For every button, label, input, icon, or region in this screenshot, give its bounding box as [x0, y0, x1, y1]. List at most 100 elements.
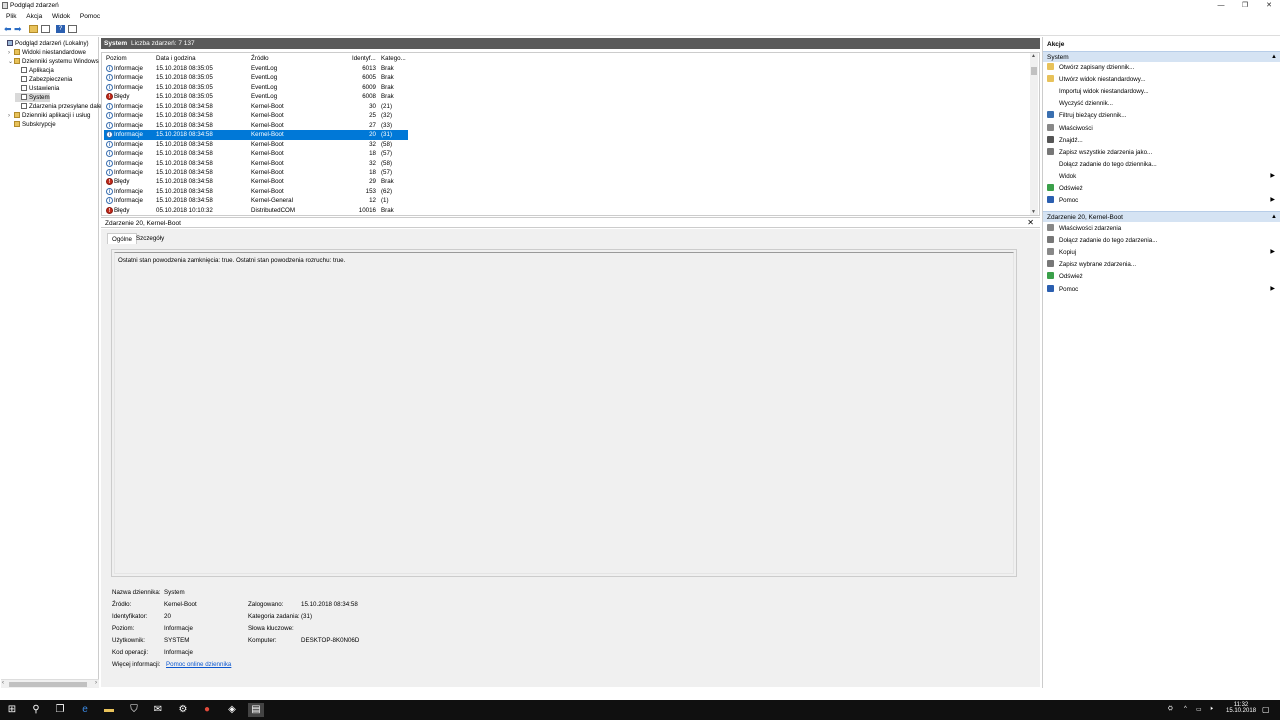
action-item[interactable]: Właściwości	[1047, 123, 1277, 134]
action-item[interactable]: Dołącz zadanie do tego dziennika...	[1047, 159, 1277, 170]
action-item[interactable]: Importuj widok niestandardowy...	[1047, 86, 1277, 97]
table-row[interactable]: i Informacje 15.10.2018 08:34:58 Kernel-Boo…	[104, 102, 408, 111]
cell-level: Informacje	[114, 112, 143, 120]
help-icon[interactable]: ?	[56, 25, 65, 33]
scroll-down-icon[interactable]: ▼	[1031, 209, 1036, 215]
people-icon[interactable]: ⛭	[1168, 706, 1173, 713]
task-view-icon[interactable]: ❐	[53, 703, 67, 717]
action-item[interactable]: Filtruj bieżący dziennik...	[1047, 110, 1277, 121]
action-item[interactable]: Otwórz zapisany dziennik...	[1047, 62, 1277, 73]
tree-item[interactable]: › Dzienniki aplikacji i usług	[8, 111, 90, 120]
column-category[interactable]: Katego...	[381, 54, 406, 63]
volume-icon[interactable]: 🕨	[1209, 706, 1213, 713]
action-item[interactable]: Pomoc ▶	[1047, 284, 1277, 295]
action-item[interactable]: Zapisz wszystkie zdarzenia jako...	[1047, 147, 1277, 158]
tree-item[interactable]: Ustawienia	[15, 84, 59, 93]
action-item[interactable]: Wyczyść dziennik...	[1047, 98, 1277, 109]
table-row[interactable]: ! Błędy 15.10.2018 08:34:58 Kernel-Boot 29 Br…	[104, 177, 408, 186]
table-row[interactable]: i Informacje 15.10.2018 08:34:58 Kernel-Boo…	[104, 159, 408, 168]
forward-arrow-icon[interactable]: ➡	[14, 25, 23, 34]
action-item[interactable]: Pomoc ▶	[1047, 195, 1277, 206]
edge-browser-icon[interactable]: e	[78, 703, 92, 717]
show-hide-tree-icon[interactable]	[41, 25, 50, 33]
show-hide-actions-icon[interactable]	[68, 25, 77, 33]
menu-help[interactable]: Pomoc	[80, 11, 100, 22]
action-item[interactable]: Widok ▶	[1047, 171, 1277, 182]
minimize-button[interactable]: —	[1209, 0, 1233, 11]
action-item[interactable]: Właściwości zdarzenia	[1047, 223, 1277, 234]
table-row[interactable]: i Informacje 15.10.2018 08:34:58 Kernel-Boo…	[104, 187, 408, 196]
windows-start-icon[interactable]: ⊞	[5, 703, 19, 717]
actions-section-event[interactable]: Zdarzenie 20, Kernel-Boot ▲	[1043, 211, 1280, 222]
scroll-right-icon[interactable]: ›	[95, 680, 97, 686]
table-row[interactable]: i Informacje 15.10.2018 08:34:58 Kernel-Boo…	[104, 111, 408, 120]
table-row[interactable]: i Informacje 15.10.2018 08:34:58 Kernel-Boo…	[104, 121, 408, 130]
search-icon[interactable]: ⚲	[29, 703, 43, 717]
maximize-button[interactable]: ❐	[1233, 0, 1257, 11]
action-item[interactable]: Dołącz zadanie do tego zdarzenia...	[1047, 235, 1277, 246]
network-icon[interactable]: ▭	[1196, 706, 1202, 713]
table-row[interactable]: ! Błędy 05.10.2018 10:10:32 DistributedCOM 1…	[104, 206, 408, 215]
file-explorer-icon[interactable]: ▬	[102, 703, 116, 717]
tree-item[interactable]: › Widoki niestandardowe	[8, 48, 86, 57]
collapse-icon[interactable]: ▲	[1271, 212, 1277, 223]
cell-source: Kernel-Boot	[251, 178, 284, 186]
settings-gear-icon[interactable]: ⚙	[176, 703, 190, 717]
clock[interactable]: 11:32 15.10.2018	[1226, 702, 1256, 714]
column-datetime[interactable]: Data i godzina	[156, 54, 196, 63]
online-help-link[interactable]: Pomoc online dziennika	[166, 661, 231, 668]
tree-item[interactable]: Zdarzenia przesyłane dalej	[15, 102, 103, 111]
tree-item[interactable]: Aplikacja	[15, 66, 54, 75]
action-item[interactable]: Utwórz widok niestandardowy...	[1047, 74, 1277, 85]
close-button[interactable]: ✕	[1257, 0, 1280, 11]
table-row[interactable]: i Informacje 15.10.2018 08:35:05 EventLog 60…	[104, 83, 408, 92]
app-icon[interactable]: ◈	[225, 703, 239, 717]
tree-horizontal-scrollbar[interactable]: ‹ ›	[1, 679, 99, 688]
tree-item-label: Dzienniki aplikacji i usług	[22, 112, 91, 119]
table-row[interactable]: i Informacje 15.10.2018 08:34:58 Kernel-Boo…	[104, 149, 408, 158]
tree-item[interactable]: System	[15, 93, 50, 102]
action-item[interactable]: Zapisz wybrane zdarzenia...	[1047, 259, 1277, 270]
table-row[interactable]: i Informacje 15.10.2018 08:34:58 Kernel-Gen…	[104, 196, 408, 205]
store-icon[interactable]: ⛉	[127, 703, 141, 717]
scroll-left-icon[interactable]: ‹	[2, 680, 4, 686]
mail-icon[interactable]: ✉	[151, 703, 165, 717]
event-viewer-taskbar-icon[interactable]: ▤	[248, 703, 264, 717]
action-item[interactable]: Odśwież	[1047, 271, 1277, 282]
scroll-up-icon[interactable]: ▲	[1031, 53, 1036, 59]
scroll-thumb[interactable]	[9, 682, 87, 687]
tree-item[interactable]: ⌄ Dzienniki systemu Windows	[8, 57, 99, 66]
table-row[interactable]: i Informacje 15.10.2018 08:34:58 Kernel-Boo…	[104, 130, 408, 140]
column-level[interactable]: Poziom	[106, 54, 127, 63]
scroll-thumb[interactable]	[1031, 67, 1037, 75]
tab-details[interactable]: Szczegóły	[132, 233, 168, 244]
table-row[interactable]: i Informacje 15.10.2018 08:34:58 Kernel-Boo…	[104, 168, 408, 177]
table-row[interactable]: i Informacje 15.10.2018 08:34:58 Kernel-Boo…	[104, 140, 408, 149]
up-folder-icon[interactable]	[29, 25, 38, 33]
cell-source: Kernel-Boot	[251, 140, 284, 148]
table-row[interactable]: ! Błędy 15.10.2018 08:35:05 EventLog 6008 Bra…	[104, 92, 408, 101]
tree-item[interactable]: Podgląd zdarzeń (Lokalny)	[1, 39, 89, 48]
notifications-icon[interactable]: ▢	[1262, 705, 1270, 714]
close-icon[interactable]: ✕	[1027, 218, 1034, 227]
table-row[interactable]: i Informacje 15.10.2018 08:35:05 EventLog 60…	[104, 73, 408, 82]
action-item[interactable]: Odśwież	[1047, 183, 1277, 194]
column-id[interactable]: Identyf...	[352, 54, 376, 63]
list-vertical-scrollbar[interactable]: ▲ ▼	[1030, 53, 1038, 215]
column-source[interactable]: Źródło	[251, 54, 269, 63]
cell-category: Brak	[381, 83, 394, 91]
property-label: Użytkownik:	[112, 637, 146, 644]
menu-file[interactable]: Plik	[6, 11, 16, 22]
action-item[interactable]: Znajdź...	[1047, 135, 1277, 146]
action-item[interactable]: Kopiuj ▶	[1047, 247, 1277, 258]
table-row[interactable]: i Informacje 15.10.2018 08:35:05 EventLog 60…	[104, 64, 408, 73]
tray-chevron-up-icon[interactable]: ^	[1184, 706, 1187, 712]
chrome-browser-icon[interactable]: ●	[200, 703, 214, 717]
menu-action[interactable]: Akcja	[26, 11, 42, 22]
menu-view[interactable]: Widok	[52, 11, 70, 22]
tree-item[interactable]: Subskrypcje	[8, 120, 56, 129]
back-arrow-icon[interactable]: ⬅	[4, 25, 13, 34]
description-box[interactable]: Ostatni stan powodzenia zamknięcia: true…	[111, 249, 1017, 577]
actions-section-system[interactable]: System ▲	[1043, 51, 1280, 62]
tree-item[interactable]: Zabezpieczenia	[15, 75, 72, 84]
